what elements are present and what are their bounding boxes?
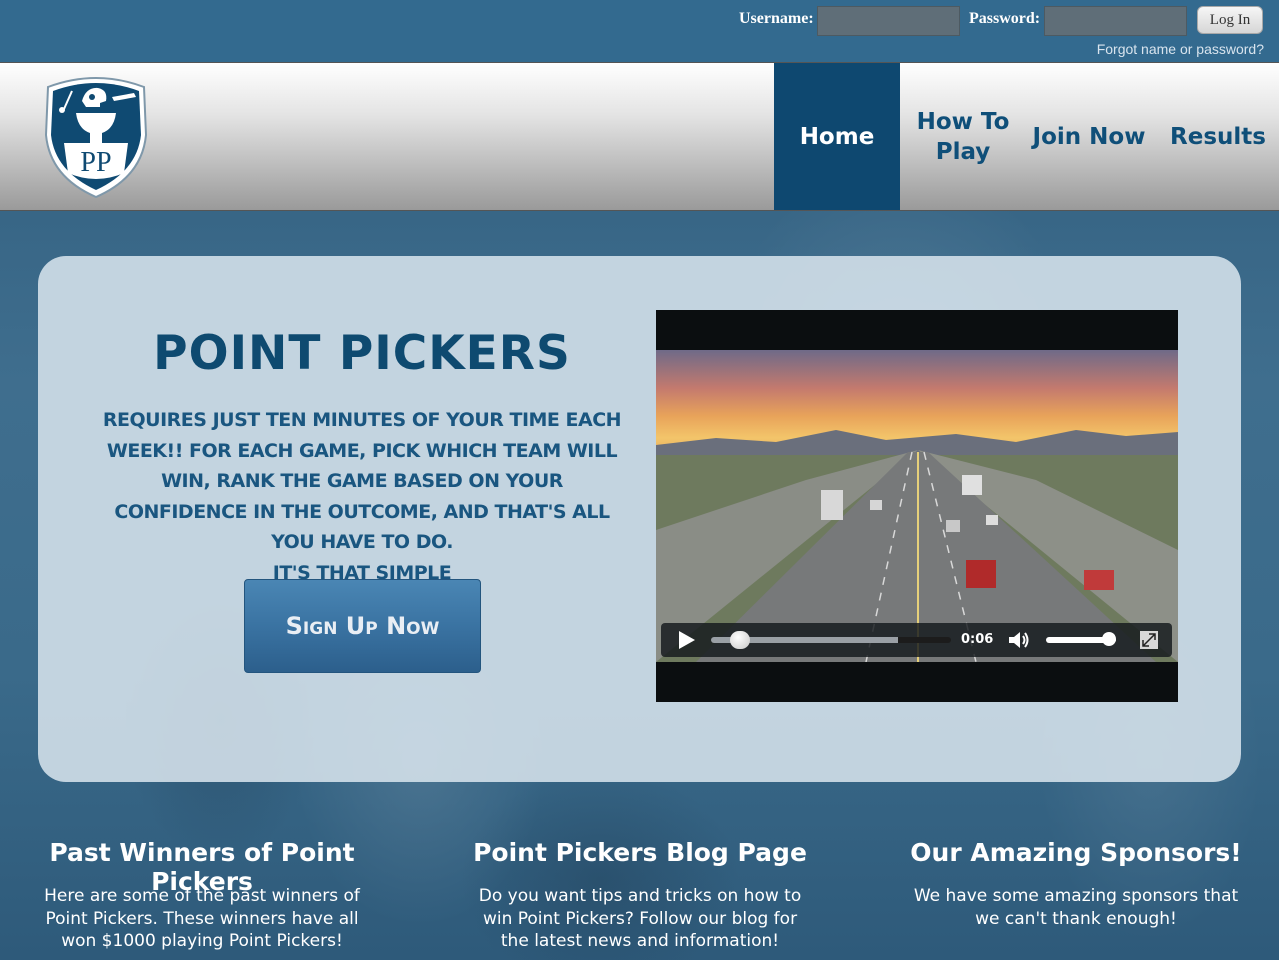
logo-letters: PP [80, 147, 111, 178]
login-bar: Username: Password: Log In Forgot name o… [0, 0, 1279, 62]
sponsors-title[interactable]: Our Amazing Sponsors! [876, 838, 1276, 867]
blog-text: Do you want tips and tricks on how to wi… [478, 886, 802, 951]
password-input[interactable] [1044, 6, 1187, 36]
video-frame[interactable] [656, 350, 1178, 662]
sign-up-button[interactable]: Sign Up Now [244, 579, 481, 673]
point-pickers-logo[interactable]: PP [42, 73, 150, 199]
site-header: PP Home How To Play Join Now Results [0, 62, 1279, 211]
fullscreen-icon[interactable] [1139, 630, 1159, 650]
seek-handle[interactable] [729, 631, 750, 649]
hero-description-text: Requires just ten minutes of your time e… [102, 409, 622, 553]
forgot-password-link[interactable]: Forgot name or password? [1097, 41, 1264, 57]
play-icon[interactable] [675, 629, 697, 651]
nav-how-to-play[interactable]: How To Play [908, 63, 1018, 210]
nav-results[interactable]: Results [1166, 63, 1270, 210]
nav-home-label: Home [799, 123, 875, 150]
nav-how-to-play-label: How To Play [916, 108, 1010, 165]
nav-results-label: Results [1170, 123, 1266, 150]
sponsors-text: We have some amazing sponsors that we ca… [913, 886, 1239, 929]
video-player[interactable]: 0:06 [656, 310, 1178, 702]
nav-join-now-label: Join Now [1032, 123, 1146, 150]
volume-handle[interactable] [1102, 632, 1116, 646]
hero-description: Requires just ten minutes of your time e… [98, 405, 626, 588]
password-label: Password: [969, 10, 1041, 27]
hero-title: POINT PICKERS [153, 326, 571, 381]
video-controls: 0:06 [661, 623, 1172, 657]
username-input[interactable] [817, 6, 960, 36]
past-winners-text: Here are some of the past winners of Poi… [44, 886, 360, 951]
login-button[interactable]: Log In [1197, 6, 1263, 34]
nav-home[interactable]: Home [774, 63, 900, 210]
volume-icon[interactable] [1007, 629, 1031, 651]
nav-join-now[interactable]: Join Now [1030, 63, 1148, 210]
username-label: Username: [739, 10, 814, 27]
blog-title[interactable]: Point Pickers Blog Page [440, 838, 840, 867]
video-current-time: 0:06 [961, 632, 994, 647]
